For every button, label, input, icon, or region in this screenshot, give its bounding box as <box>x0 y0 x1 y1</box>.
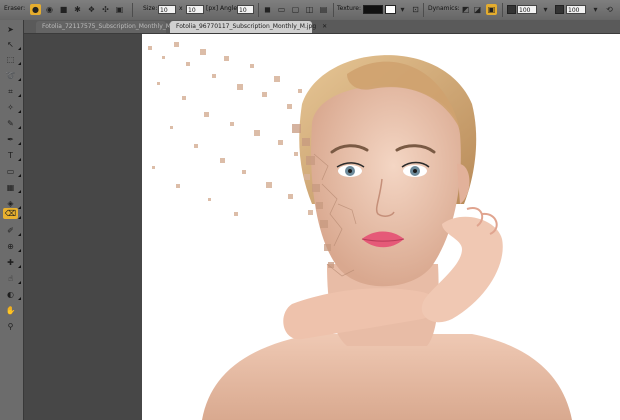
chevron-down-icon[interactable]: ▾ <box>397 4 408 15</box>
direct-select-icon[interactable]: ↖ <box>3 39 21 50</box>
options-icon-1[interactable]: ◼ <box>262 4 273 15</box>
size-unit: [px] <box>206 5 219 12</box>
options-icon-5[interactable]: ▤ <box>318 4 329 15</box>
dynamics-a-icon[interactable]: ◩ <box>460 4 471 15</box>
brush-hard-icon[interactable]: ◉ <box>44 4 55 15</box>
options-icon-3[interactable]: ▢ <box>290 4 301 15</box>
brush-custom-icon[interactable]: ▣ <box>114 4 125 15</box>
options-icon-2[interactable]: ▭ <box>276 4 287 15</box>
flow-icon[interactable] <box>555 5 564 14</box>
tools-panel: ➤ ↖ ⬚ ➰ ⌗ ✧ ✎ ✒ T ▭ ▦ ◈ ⌫ ✐ ⊕ ✚ ☝ ◐ ✋ ⚲ <box>0 20 24 420</box>
divider <box>258 3 259 17</box>
eraser-tool-icon[interactable]: ⌫ <box>3 208 21 219</box>
gradient-tool-icon[interactable]: ▦ <box>3 182 21 193</box>
brush-round-icon[interactable]: ● <box>30 4 41 15</box>
flow-field[interactable]: 100 <box>566 5 586 14</box>
chevron-down-icon[interactable]: ▾ <box>590 4 601 15</box>
smudge-tool-icon[interactable]: ☝ <box>3 273 21 284</box>
text-tool-icon[interactable]: T <box>3 150 21 161</box>
tool-label: Eraser: <box>4 5 26 12</box>
angle-field[interactable]: 10 <box>237 5 254 14</box>
portrait-image <box>148 42 572 420</box>
hand-tool-icon[interactable]: ✋ <box>3 305 18 316</box>
tab-label: Fotolia_96770117_Subscription_Monthly_M.… <box>176 23 317 30</box>
brush-star-icon[interactable]: ✱ <box>72 4 83 15</box>
document-canvas[interactable] <box>142 34 620 420</box>
clone-tool-icon[interactable]: ⊕ <box>3 241 21 252</box>
pen-tool-icon[interactable]: ✒ <box>3 134 21 145</box>
dynamics-label: Dynamics: <box>428 5 460 12</box>
heal-tool-icon[interactable]: ✚ <box>3 257 21 268</box>
brush-square-icon[interactable]: ■ <box>58 4 69 15</box>
eyedropper-tool-icon[interactable]: ✎ <box>3 118 21 129</box>
options-bar: Eraser: ● ◉ ■ ✱ ❖ ✣ ▣ Size: 10 x 10 [px]… <box>0 0 620 21</box>
move-tool-icon[interactable]: ➤ <box>3 24 18 35</box>
opacity-field[interactable]: 100 <box>517 5 537 14</box>
texture-label: Texture: <box>337 5 361 12</box>
size-separator: x <box>179 5 183 12</box>
dynamics-c-icon[interactable]: ▣ <box>486 4 497 15</box>
divider <box>333 3 334 17</box>
blend-icon[interactable] <box>507 5 516 14</box>
zoom-tool-icon[interactable]: ⚲ <box>3 321 18 332</box>
tab-document-2[interactable]: Fotolia_96770117_Subscription_Monthly_M.… <box>170 21 327 33</box>
dynamics-b-icon[interactable]: ◪ <box>472 4 483 15</box>
options-icon-4[interactable]: ◫ <box>304 4 315 15</box>
tab-label: Fotolia_72117575_Subscription_Monthly_M.… <box>42 23 183 30</box>
tab-document-1[interactable]: Fotolia_72117575_Subscription_Monthly_M.… <box>36 21 182 33</box>
brush-scatter-icon[interactable]: ✣ <box>100 4 111 15</box>
dodge-tool-icon[interactable]: ◐ <box>3 289 21 300</box>
chevron-down-icon[interactable]: ▾ <box>540 4 551 15</box>
size-field-2[interactable]: 10 <box>186 5 204 14</box>
size-label: Size: <box>143 5 158 12</box>
crop-tool-icon[interactable]: ⌗ <box>3 86 21 97</box>
brush-tool-icon[interactable]: ✐ <box>3 225 21 236</box>
lasso-tool-icon[interactable]: ➰ <box>3 70 21 81</box>
reset-icon[interactable]: ⟲ <box>604 4 615 15</box>
divider <box>502 3 503 17</box>
close-icon[interactable]: ✕ <box>322 23 327 30</box>
divider <box>423 3 424 17</box>
marquee-tool-icon[interactable]: ⬚ <box>3 54 21 65</box>
adjust-icon[interactable]: ⊡ <box>410 4 421 15</box>
wand-tool-icon[interactable]: ✧ <box>3 102 21 113</box>
shape-tool-icon[interactable]: ▭ <box>3 166 21 177</box>
divider <box>132 3 133 17</box>
color-swatch[interactable] <box>385 5 396 14</box>
brush-texture-icon[interactable]: ❖ <box>86 4 97 15</box>
size-field[interactable]: 10 <box>158 5 176 14</box>
document-tabs: Fotolia_72117575_Subscription_Monthly_M.… <box>24 20 620 34</box>
texture-swatch[interactable] <box>363 5 383 14</box>
